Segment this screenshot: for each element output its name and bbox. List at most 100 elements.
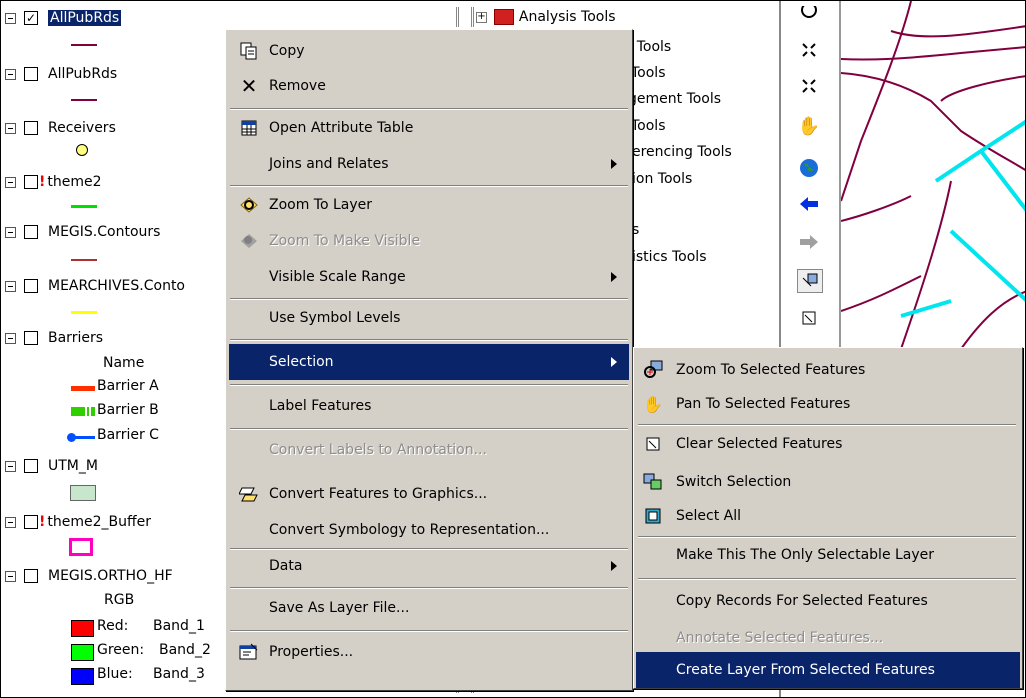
table-of-contents: ✓ AllPubRds AllPubRds Receivers ! theme2…: [1, 1, 231, 697]
fixed-zoom-in-icon[interactable]: [797, 39, 821, 61]
line-symbol: [71, 205, 97, 208]
collapse-icon[interactable]: [5, 280, 16, 292]
collapse-icon[interactable]: [5, 570, 16, 582]
menu-item-remove[interactable]: ✕ Remove: [229, 68, 629, 104]
clear-selection-icon[interactable]: [797, 307, 821, 329]
tree-item[interactable]: istics Tools: [632, 249, 707, 265]
submenu-item-label: Make This The Only Selectable Layer: [676, 547, 935, 563]
menu-item-open-attribute-table[interactable]: Open Attribute Table: [229, 110, 629, 146]
layer-name[interactable]: AllPubRds: [48, 66, 117, 82]
fixed-zoom-out-icon[interactable]: [797, 75, 821, 97]
legend-label: Barrier A: [97, 378, 159, 394]
menu-item-label: Data: [269, 558, 303, 574]
menu-item-label-features[interactable]: Label Features: [229, 388, 629, 424]
collapse-icon[interactable]: [5, 332, 16, 344]
broken-source-icon: !: [39, 514, 46, 530]
layer-visibility-checkbox[interactable]: [24, 331, 38, 345]
toc-layer-row[interactable]: MEGIS.Contours: [1, 221, 160, 243]
collapse-icon[interactable]: [5, 460, 16, 472]
layer-visibility-checkbox[interactable]: [24, 459, 38, 473]
menu-item-visible-scale-range[interactable]: Visible Scale Range: [229, 259, 629, 295]
menu-item-zoom-to-make-visible[interactable]: Zoom To Make Visible: [229, 223, 629, 259]
forward-extent-icon[interactable]: [797, 231, 821, 253]
zoom-selected-icon: [642, 359, 664, 381]
menu-item-selection[interactable]: Selection: [229, 344, 629, 380]
layer-name[interactable]: MEARCHIVES.Conto: [48, 278, 185, 294]
menu-item-zoom-to-layer[interactable]: Zoom To Layer: [229, 187, 629, 223]
layer-name[interactable]: Barriers: [48, 330, 103, 346]
submenu-item-select-all[interactable]: Select All: [636, 498, 1020, 534]
pan-selected-icon: ✋: [643, 394, 663, 414]
toc-layer-row[interactable]: MEGIS.ORTHO_HF: [1, 565, 173, 587]
layer-visibility-checkbox[interactable]: [24, 67, 38, 81]
layer-visibility-checkbox[interactable]: ✓: [24, 11, 38, 25]
menu-item-convert-features-to-graphics[interactable]: Convert Features to Graphics...: [229, 476, 629, 512]
tree-item[interactable]: gement Tools: [628, 91, 721, 107]
collapse-icon[interactable]: [5, 68, 16, 80]
menu-item-convert-labels-to-annotation[interactable]: Convert Labels to Annotation...: [229, 432, 629, 468]
tree-item[interactable]: erencing Tools: [632, 144, 732, 160]
collapse-icon[interactable]: [5, 516, 16, 528]
zoom-in-icon[interactable]: [797, 3, 821, 25]
layer-visibility-checkbox[interactable]: [24, 121, 38, 135]
menu-item-save-as-layer-file[interactable]: Save As Layer File...: [229, 590, 629, 626]
toc-layer-row[interactable]: ✓ AllPubRds: [1, 7, 122, 29]
menu-item-joins-and-relates[interactable]: Joins and Relates: [229, 146, 629, 182]
collapse-icon[interactable]: [5, 12, 16, 24]
expand-icon[interactable]: +: [476, 11, 487, 23]
menu-item-data[interactable]: Data: [229, 548, 629, 584]
back-extent-icon[interactable]: [797, 193, 821, 215]
layer-name[interactable]: MEGIS.Contours: [48, 224, 160, 240]
tree-item[interactable]: s: [632, 222, 639, 238]
table-icon: [238, 117, 260, 139]
toc-layer-row[interactable]: UTM_M: [1, 455, 98, 477]
submenu-item-copy-records[interactable]: Copy Records For Selected Features: [636, 583, 1020, 619]
layer-visibility-checkbox[interactable]: [24, 569, 38, 583]
tree-item[interactable]: Tools: [631, 118, 666, 134]
layer-name[interactable]: MEGIS.ORTHO_HF: [48, 568, 173, 584]
menu-item-label: Visible Scale Range: [269, 269, 406, 285]
tree-item[interactable]: ion Tools: [632, 171, 692, 187]
tree-item[interactable]: + Analysis Tools: [476, 9, 616, 25]
toc-layer-row[interactable]: MEARCHIVES.Conto: [1, 275, 185, 297]
toc-layer-row[interactable]: Receivers: [1, 117, 116, 139]
submenu-item-make-only-selectable[interactable]: Make This The Only Selectable Layer: [636, 537, 1020, 573]
submenu-arrow-icon: [611, 561, 617, 571]
layer-name[interactable]: AllPubRds: [48, 10, 122, 26]
layer-name[interactable]: UTM_M: [48, 458, 98, 474]
barrier-a-symbol: [71, 386, 95, 391]
submenu-item-switch-selection[interactable]: Switch Selection: [636, 464, 1020, 500]
collapse-icon[interactable]: [5, 226, 16, 238]
submenu-item-create-layer[interactable]: Create Layer From Selected Features: [636, 652, 1020, 688]
menu-item-copy[interactable]: Copy: [229, 33, 629, 69]
select-features-icon[interactable]: [797, 269, 823, 293]
tree-item[interactable]: Tools: [631, 65, 666, 81]
submenu-item-clear-selected[interactable]: Clear Selected Features: [636, 426, 1020, 462]
menu-item-label: Save As Layer File...: [269, 600, 410, 616]
menu-item-convert-symbology[interactable]: Convert Symbology to Representation...: [229, 512, 629, 548]
full-extent-icon[interactable]: [797, 157, 821, 179]
collapse-icon[interactable]: [5, 122, 16, 134]
toc-layer-row[interactable]: ! theme2: [1, 171, 102, 193]
layer-name[interactable]: theme2: [47, 174, 101, 190]
layer-name[interactable]: theme2_Buffer: [47, 514, 151, 530]
collapse-icon[interactable]: [5, 176, 16, 188]
toc-layer-row[interactable]: Barriers: [1, 327, 103, 349]
layer-visibility-checkbox[interactable]: [24, 279, 38, 293]
submenu-item-label: Pan To Selected Features: [676, 396, 851, 412]
tree-item-label: Analysis Tools: [518, 9, 616, 25]
toc-layer-row[interactable]: ! theme2_Buffer: [1, 511, 151, 533]
legend-label: Barrier C: [97, 427, 159, 443]
layer-visibility-checkbox[interactable]: [24, 225, 38, 239]
submenu-item-zoom-to-selected[interactable]: Zoom To Selected Features: [636, 352, 1020, 388]
layer-visibility-checkbox[interactable]: [24, 175, 38, 189]
layer-name[interactable]: Receivers: [48, 120, 116, 136]
map-view[interactable]: [839, 1, 1025, 350]
menu-item-properties[interactable]: Properties...: [229, 634, 629, 670]
submenu-item-annotate-selected[interactable]: Annotate Selected Features...: [636, 620, 1020, 656]
pan-icon[interactable]: ✋: [797, 115, 821, 137]
layer-visibility-checkbox[interactable]: [24, 515, 38, 529]
toc-layer-row[interactable]: AllPubRds: [1, 63, 117, 85]
submenu-item-pan-to-selected[interactable]: ✋ Pan To Selected Features: [636, 386, 1020, 422]
menu-item-use-symbol-levels[interactable]: Use Symbol Levels: [229, 300, 629, 336]
